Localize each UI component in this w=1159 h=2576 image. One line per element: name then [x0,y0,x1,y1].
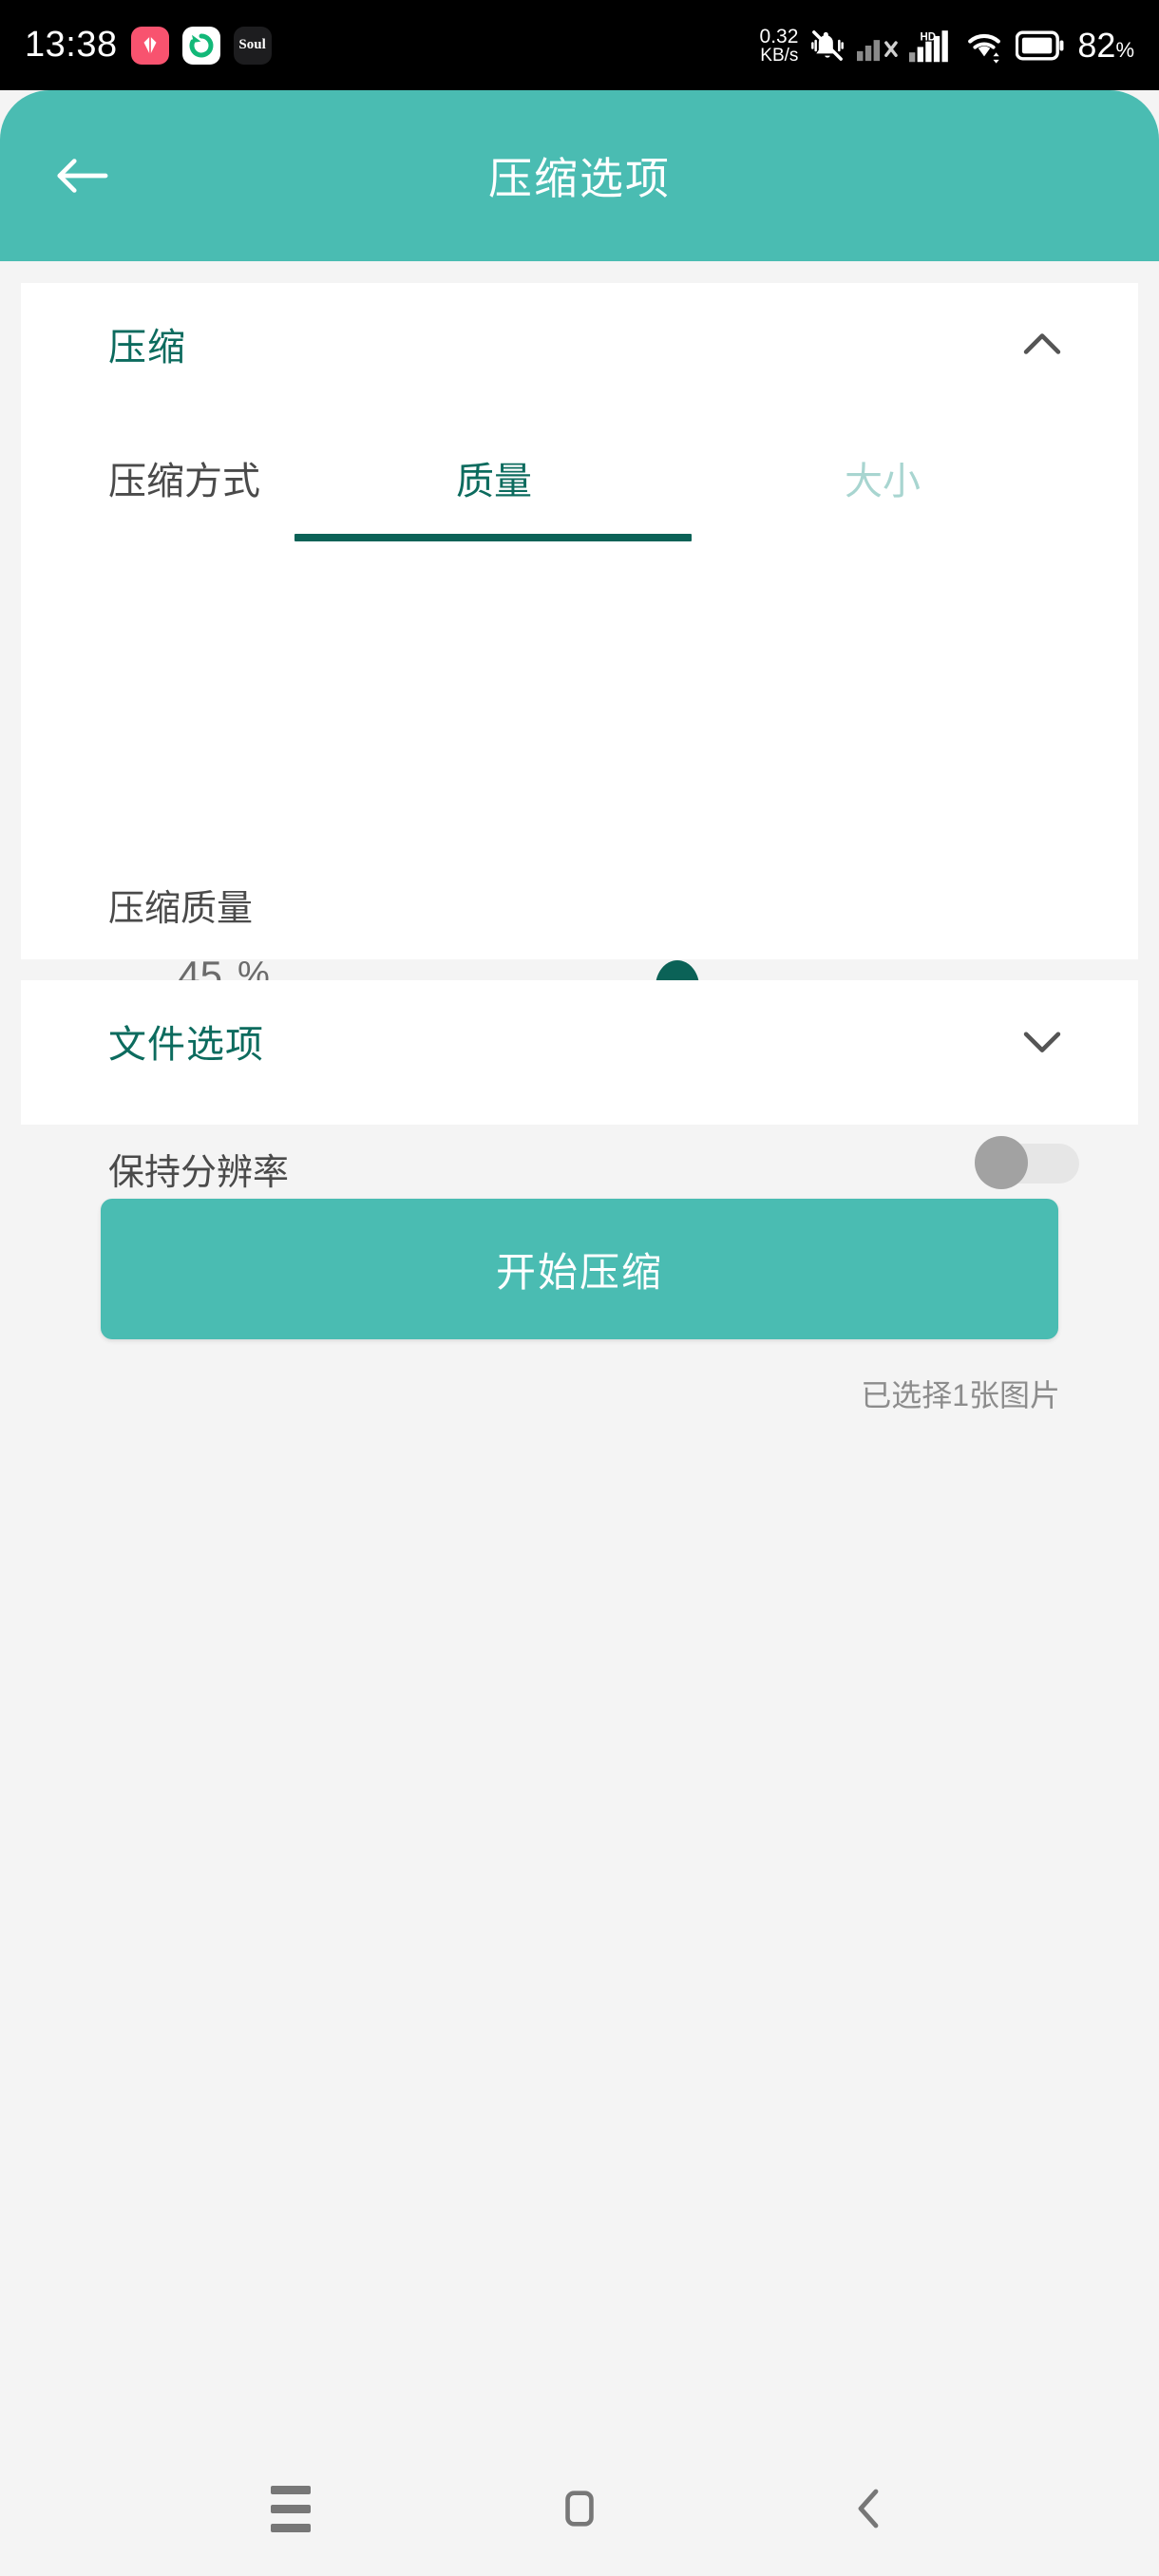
hd-label: HD [921,31,937,43]
file-options-card[interactable]: 文件选项 [21,980,1138,1125]
arrow-left-icon [57,159,108,193]
soul-app-label: Soul [238,37,266,52]
app-bar: 压缩选项 [0,90,1159,261]
toggle-thumb [975,1136,1028,1189]
chevron-down-icon[interactable] [1015,1013,1070,1069]
tab-size[interactable]: 大小 [845,441,921,515]
sim2-signal-icon: HD [909,29,949,62]
tab-active-underline [294,534,692,541]
compress-mode-tabs: 压缩方式 质量 大小 [21,441,1138,553]
file-options-title: 文件选项 [108,1024,264,1066]
start-compress-button[interactable]: 开始压缩 [101,1199,1058,1339]
status-bar-left: 13:38 Soul [25,25,272,66]
chevron-up-icon[interactable] [1015,316,1070,371]
compress-section-title: 压缩 [108,327,186,369]
file-options-header[interactable]: 文件选项 [21,980,1138,1102]
compress-section-header[interactable]: 压缩 [21,283,1138,405]
battery-percent-value: 82 [1077,25,1116,65]
soul-app-icon: Soul [233,26,272,65]
keep-resolution-toggle[interactable] [975,1136,1079,1189]
network-speed-unit: KB/s [760,45,799,66]
menu-icon [271,2485,311,2532]
status-bar-right: 0.32 KB/s HD 82% [760,26,1134,66]
square-icon [565,2491,594,2527]
wifi-icon [968,33,1001,64]
android-nav-bar [0,2441,1159,2576]
battery-icon [1016,30,1064,60]
nav-recents-button[interactable] [196,2441,386,2576]
network-speed-value: 0.32 [759,25,799,47]
nav-home-button[interactable] [484,2441,674,2576]
compress-card: 压缩 压缩方式 质量 大小 压缩质量 45 % 保持分辨率 [21,283,1138,1193]
status-bar: 13:38 Soul 0.32 KB/s HD 82% [0,0,1159,90]
status-clock: 13:38 [25,25,118,65]
tab-quality[interactable]: 质量 [456,441,532,515]
heart-app-icon [130,26,169,65]
battery-percent-symbol: % [1115,37,1134,62]
battery-percent: 82% [1077,26,1134,66]
selected-images-note: 已选择1张图片 [861,1378,1060,1412]
nav-back-button[interactable] [773,2441,963,2576]
refresh-app-icon [181,26,220,65]
mute-bell-icon [811,29,845,61]
page-title: 压缩选项 [488,154,671,203]
phone-screen: 13:38 Soul 0.32 KB/s HD 82% 压缩选项 压缩 压缩方式… [0,0,1159,2576]
sim1-signal-icon [857,39,899,61]
quality-label: 压缩质量 [108,889,254,929]
back-button[interactable] [46,140,118,212]
chevron-left-icon [858,2489,879,2529]
compress-method-label: 压缩方式 [108,461,260,502]
network-speed: 0.32 KB/s [760,27,799,65]
keep-resolution-label: 保持分辨率 [108,1153,290,1193]
